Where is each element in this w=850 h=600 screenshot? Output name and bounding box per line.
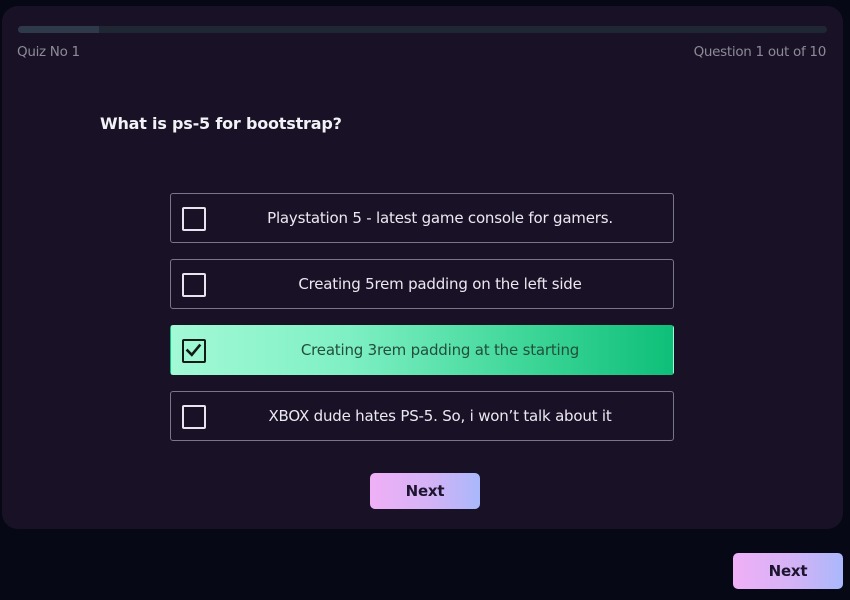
answer-option-4[interactable]: XBOX dude hates PS-5. So, i won’t talk a… (170, 391, 674, 441)
progress-bar (18, 26, 827, 33)
next-button-footer[interactable]: Next (733, 553, 843, 589)
quiz-card: Quiz No 1 Question 1 out of 10 What is p… (2, 6, 843, 529)
quiz-label: Quiz No 1 (17, 44, 80, 60)
question-counter: Question 1 out of 10 (693, 44, 827, 60)
checkmark-icon (185, 343, 202, 357)
answer-options: Playstation 5 - latest game console for … (170, 193, 674, 457)
checkbox[interactable] (182, 273, 206, 297)
answer-option-1[interactable]: Playstation 5 - latest game console for … (170, 193, 674, 243)
answer-option-label: XBOX dude hates PS-5. So, i won’t talk a… (268, 407, 612, 425)
next-button[interactable]: Next (370, 473, 480, 509)
question-text: What is ps-5 for bootstrap? (100, 114, 342, 133)
answer-option-2[interactable]: Creating 5rem padding on the left side (170, 259, 674, 309)
answer-option-3[interactable]: Creating 3rem padding at the starting (170, 325, 674, 375)
answer-option-label: Creating 5rem padding on the left side (298, 275, 582, 293)
checkbox[interactable] (182, 405, 206, 429)
answer-option-label: Playstation 5 - latest game console for … (267, 209, 613, 227)
answer-option-label: Creating 3rem padding at the starting (300, 341, 580, 359)
checkbox[interactable] (182, 207, 206, 231)
checkbox[interactable] (182, 339, 206, 363)
progress-fill (18, 26, 99, 33)
